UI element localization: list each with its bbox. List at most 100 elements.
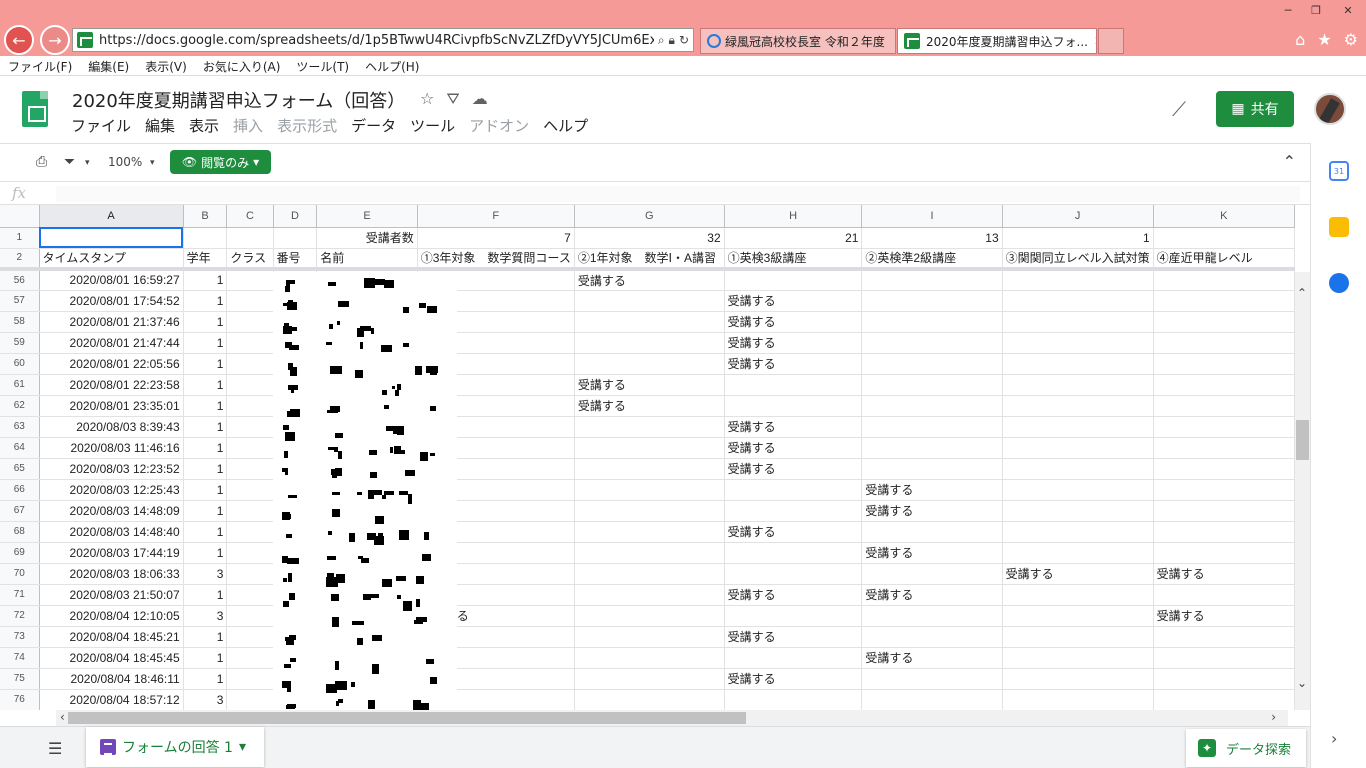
cell[interactable]: 1 <box>183 542 228 564</box>
cell[interactable]: 1 <box>183 521 228 543</box>
cell[interactable] <box>226 626 274 648</box>
cell[interactable]: 受講する <box>861 542 1003 564</box>
cell[interactable] <box>226 332 274 354</box>
row-header[interactable]: 58 <box>0 311 40 333</box>
cell[interactable]: 2020/08/04 18:57:12 <box>39 689 184 710</box>
cell[interactable] <box>724 500 863 522</box>
cell[interactable] <box>1002 290 1154 312</box>
cell[interactable]: 2020/08/03 8:39:43 <box>39 416 184 438</box>
cell[interactable] <box>574 332 725 354</box>
star-icon[interactable]: ☆ <box>420 89 434 109</box>
cell[interactable]: 2020/08/01 22:05:56 <box>39 353 184 375</box>
column-header-d[interactable]: D <box>273 205 318 228</box>
row-header[interactable]: 75 <box>0 668 40 690</box>
cell[interactable]: 1 <box>183 500 228 522</box>
all-sheets-menu-icon[interactable]: ☰ <box>48 739 62 758</box>
cell[interactable] <box>1002 521 1154 543</box>
row-header[interactable]: 69 <box>0 542 40 564</box>
vertical-scroll-thumb[interactable] <box>1296 420 1309 460</box>
row-header[interactable]: 70 <box>0 563 40 585</box>
print-icon[interactable]: ⎙ <box>36 154 47 170</box>
cell[interactable] <box>574 689 725 710</box>
cell[interactable] <box>226 605 274 627</box>
row-header[interactable]: 2 <box>0 248 40 271</box>
cell[interactable] <box>724 542 863 564</box>
cell[interactable] <box>1153 542 1295 564</box>
cell[interactable]: 受講する <box>724 626 863 648</box>
cell[interactable] <box>226 458 274 480</box>
cell[interactable] <box>574 479 725 501</box>
horizontal-scroll-thumb[interactable] <box>68 712 746 724</box>
cell[interactable]: 1 <box>183 311 228 333</box>
cell[interactable]: 1 <box>1002 227 1154 249</box>
cell[interactable] <box>226 290 274 312</box>
cell[interactable] <box>226 269 274 291</box>
cell[interactable] <box>226 395 274 417</box>
row-header[interactable]: 56 <box>0 269 40 291</box>
cell[interactable]: 2020/08/04 12:10:05 <box>39 605 184 627</box>
cell[interactable]: 受講する <box>861 647 1003 669</box>
cell[interactable] <box>574 416 725 438</box>
cell[interactable]: 2020/08/04 18:45:21 <box>39 626 184 648</box>
cell[interactable] <box>1153 311 1295 333</box>
cell[interactable]: 1 <box>183 647 228 669</box>
cell[interactable] <box>724 689 863 710</box>
cell[interactable] <box>861 311 1003 333</box>
cell[interactable]: 1 <box>183 416 228 438</box>
cell[interactable]: 2020/08/01 21:47:44 <box>39 332 184 354</box>
address-bar[interactable]: https://docs.google.com/spreadsheets/d/1… <box>72 28 694 52</box>
cell[interactable]: 32 <box>574 227 725 249</box>
share-button[interactable]: ▦ 共有 <box>1216 91 1294 127</box>
cell[interactable]: 受講する <box>574 395 725 417</box>
cell[interactable] <box>861 374 1003 396</box>
cell[interactable]: 1 <box>183 458 228 480</box>
sheets-logo-icon[interactable] <box>22 91 48 127</box>
back-arrow-icon[interactable]: ← <box>4 25 34 55</box>
cell[interactable]: 3 <box>183 689 228 710</box>
cell[interactable]: 受講する <box>724 353 863 375</box>
cell[interactable]: 2020/08/03 17:44:19 <box>39 542 184 564</box>
cell[interactable] <box>724 647 863 669</box>
cell[interactable] <box>1002 332 1154 354</box>
cell[interactable]: 受講する <box>1002 563 1154 585</box>
cell[interactable]: 名前 <box>316 248 418 271</box>
cell-table[interactable]: A B C D E F G H I J K 1 受講者数 7 32 21 13 1 2 タイムスタンプ 学年 クラス 番号名… <box>0 205 1295 710</box>
cell[interactable]: 2020/08/01 22:23:58 <box>39 374 184 396</box>
cell[interactable] <box>226 311 274 333</box>
cell[interactable] <box>861 353 1003 375</box>
cloud-status-icon[interactable]: ☁ <box>472 89 488 109</box>
activity-trend-icon[interactable]: ⟋ <box>1172 97 1186 121</box>
cell[interactable] <box>226 479 274 501</box>
cell[interactable] <box>574 353 725 375</box>
cell[interactable]: 2020/08/03 14:48:40 <box>39 521 184 543</box>
scroll-right-icon[interactable]: › <box>1271 710 1276 724</box>
cell[interactable] <box>574 521 725 543</box>
cell[interactable] <box>226 668 274 690</box>
cell[interactable] <box>1002 374 1154 396</box>
zoom-select[interactable]: 100% <box>108 155 142 169</box>
cell[interactable] <box>574 584 725 606</box>
cell[interactable]: 受講する <box>724 311 863 333</box>
cell[interactable] <box>226 500 274 522</box>
cell[interactable] <box>273 227 318 249</box>
cell[interactable]: 受講者数 <box>316 227 418 249</box>
cell[interactable]: 2020/08/03 12:23:52 <box>39 458 184 480</box>
zoom-dropdown-icon[interactable]: ▾ <box>150 158 155 168</box>
column-header-h[interactable]: H <box>724 205 863 228</box>
cell[interactable] <box>574 542 725 564</box>
cell[interactable] <box>226 584 274 606</box>
cell[interactable] <box>1002 605 1154 627</box>
cell[interactable] <box>861 290 1003 312</box>
ie-menu-help[interactable]: ヘルプ(H) <box>365 56 427 75</box>
column-header-e[interactable]: E <box>316 205 418 228</box>
cell[interactable]: 2020/08/03 12:25:43 <box>39 479 184 501</box>
cell[interactable] <box>1002 395 1154 417</box>
row-header[interactable]: 74 <box>0 647 40 669</box>
cell[interactable]: 1 <box>183 668 228 690</box>
cell[interactable] <box>1002 416 1154 438</box>
cell[interactable] <box>226 521 274 543</box>
row-header[interactable]: 64 <box>0 437 40 459</box>
row-header[interactable]: 73 <box>0 626 40 648</box>
explore-button[interactable]: ✦ データ探索 <box>1186 729 1306 767</box>
ie-menu-edit[interactable]: 編集(E) <box>88 56 137 75</box>
